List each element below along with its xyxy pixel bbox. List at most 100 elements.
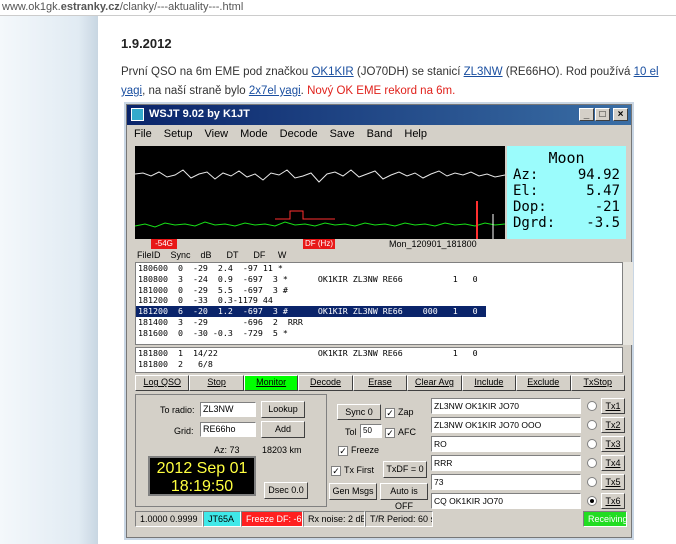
decode-button[interactable]: Decode [298,375,353,391]
tx-message-input[interactable]: RRR [431,455,581,471]
moon-row: Dop: -21 [507,199,626,215]
tx-radio[interactable] [587,458,597,468]
txstop-button[interactable]: TxStop [570,375,625,391]
afc-checkbox[interactable]: ✓ AFC [385,427,416,438]
browser-url-bar[interactable]: www.ok1gk.estranky.cz/clanky/---aktualit… [0,0,676,16]
stop-button[interactable]: Stop [189,375,244,391]
menu-mode[interactable]: Mode [233,126,273,140]
minimize-icon[interactable]: _ [579,108,594,121]
tx-message-input[interactable]: ZL3NW OK1KIR JO70 [431,398,581,414]
status-cell: T/R Period: 60 s [365,511,433,527]
exclude-button[interactable]: Exclude [516,375,571,391]
tx-radio[interactable] [587,477,597,487]
maximize-icon[interactable]: □ [595,108,610,121]
to-radio-input[interactable]: ZL3NW [200,402,256,417]
include-button[interactable]: Include [461,375,517,391]
menu-setup[interactable]: Setup [157,126,198,140]
article-text: (RE66HO). Rod používá [502,66,634,78]
average-decode-list[interactable]: 181800 1 14/22 OK1KIR ZL3NW RE66 1 0 1818… [135,347,623,373]
erase-button[interactable]: Erase [352,375,408,391]
status-cell: Receiving [583,511,627,527]
link-zl3nw[interactable]: ZL3NW [464,66,503,78]
tx-radio[interactable] [587,420,597,430]
afc-label: AFC [398,427,416,437]
decode-row[interactable]: 180800 3 -24 0.9 -697 3 * OK1KIR ZL3NW R… [136,274,622,285]
tx-button[interactable]: Tx4 [601,455,625,471]
spectrum-upper-trace [135,169,505,183]
txdf-button[interactable]: TxDF = 0 [383,461,427,478]
tx-button[interactable]: Tx2 [601,417,625,433]
decode-row[interactable]: 181600 0 -30 -0.3 -729 5 * [136,328,622,339]
moon-row: Az: 94.92 [507,167,626,183]
decode-row[interactable]: 181000 0 -29 5.5 -697 3 # [136,285,622,296]
menu-bar: File Setup View Mode Decode Save Band Help [127,126,631,144]
status-cell: JT65A [203,511,241,527]
tx-row: 73 Tx5 [431,474,627,490]
monitor-button[interactable]: Monitor [243,375,299,391]
moon-title: Moon [548,149,585,167]
moon-row: Dgrd: -3.5 [507,215,626,231]
tx-message-input[interactable]: RO [431,436,581,452]
freq-red-label: -54G [151,239,177,249]
txfirst-checkbox[interactable]: ✓ Tx First [331,465,374,476]
status-cell: Rx noise: 2 dB [303,511,365,527]
decode-scrollbar[interactable] [623,262,633,345]
link-ok1kir[interactable]: OK1KIR [311,66,353,78]
tx-radio[interactable] [587,401,597,411]
tx-message-input[interactable]: CQ OK1KIR JO70 [431,493,581,509]
menu-help[interactable]: Help [397,126,432,140]
app-icon [131,108,144,121]
grid-input[interactable]: RE66ho [200,422,256,437]
gen-msgs-button[interactable]: Gen Msgs [329,483,377,500]
average-row[interactable]: 181800 1 14/22 OK1KIR ZL3NW RE66 1 0 [136,348,622,359]
tx-message-input[interactable]: ZL3NW OK1KIR JO70 OOO [431,417,581,433]
url-suffix: /clanky/---aktuality---.html [119,1,244,13]
clear-avg-button[interactable]: Clear Avg [407,375,462,391]
moon-value: 94.92 [577,167,620,183]
zap-checkbox[interactable]: ✓ Zap [385,407,414,418]
article-text: (JO70DH) se stanicí [353,66,464,78]
article-text: , na naší straně bylo [142,85,249,97]
link-2x7el-yagi[interactable]: 2x7el yagi [249,85,301,97]
tx-radio[interactable] [587,496,597,506]
tx-button[interactable]: Tx3 [601,436,625,452]
menu-band[interactable]: Band [360,126,398,140]
tx-button[interactable]: Tx5 [601,474,625,490]
freeze-checkbox[interactable]: ✓ Freeze [338,445,379,456]
sync-spinner[interactable]: Sync 0 [337,404,381,420]
txfirst-check-icon: ✓ [331,465,341,476]
auto-off-button[interactable]: Auto is OFF [380,483,428,511]
decode-row[interactable]: 180600 0 -29 2.4 -97 11 * [136,263,622,274]
add-button[interactable]: Add [261,421,305,438]
decode-row[interactable]: 181200 0 -33 0.3-1179 44 [136,295,622,306]
tx-button[interactable]: Tx6 [601,493,625,509]
menu-file[interactable]: File [127,126,157,140]
window-titlebar[interactable]: WSJT 9.02 by K1JT _ □ × [127,105,631,125]
zap-check-icon: ✓ [385,407,395,418]
selected-decode-row[interactable]: 181200 6 -20 1.2 -697 3 # OK1KIR ZL3NW R… [136,306,486,317]
article-text: První QSO na 6m EME pod značkou [121,66,312,78]
menu-save[interactable]: Save [323,126,360,140]
freeze-label: Freeze [351,445,380,455]
utc-clock: 2012 Sep 01 18:19:50 [148,456,256,496]
tol-input[interactable]: 50 [360,424,382,438]
spectrum-lower-trace [135,221,505,228]
decode-list[interactable]: 180600 0 -29 2.4 -97 11 * 180800 3 -24 0.… [135,262,623,345]
article-paragraph: První QSO na 6m EME pod značkou OK1KIR (… [121,63,671,101]
tx-button[interactable]: Tx1 [601,398,625,414]
action-button-row: Log QSO Stop Monitor Decode Erase Clear Avg In… [135,375,625,391]
moon-key: Az: [513,167,539,183]
lookup-button[interactable]: Lookup [261,401,305,418]
to-radio-label: To radio: [160,405,195,415]
close-icon[interactable]: × [613,108,628,121]
decoder-controls: Sync 0 ✓ Zap Tol 50 ✓ AFC ✓ Freeze ✓ Tx Firs… [327,394,429,511]
decode-row[interactable]: 181400 3 -29 -696 2 RRR [136,317,622,328]
menu-view[interactable]: View [197,126,233,140]
average-row[interactable]: 181800 2 6/8 [136,359,622,370]
dsec-display[interactable]: Dsec 0.0 [264,482,308,499]
menu-decode[interactable]: Decode [273,126,323,140]
moon-value: -21 [594,199,620,215]
tx-radio[interactable] [587,439,597,449]
tx-message-input[interactable]: 73 [431,474,581,490]
log-qso-button[interactable]: Log QSO [135,375,190,391]
